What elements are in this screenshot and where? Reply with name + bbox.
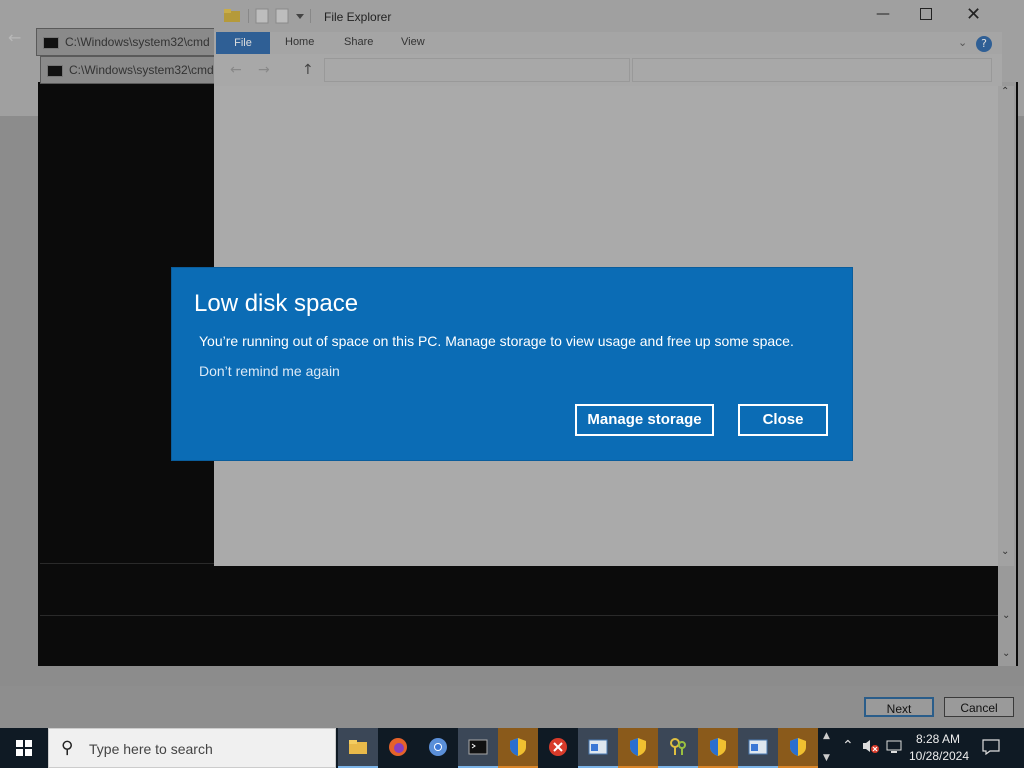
chevron-up-icon[interactable]: ▲ (823, 731, 830, 741)
tab-share[interactable]: Share (344, 36, 373, 48)
search-icon: ⚲ (61, 738, 74, 758)
cmd-icon (47, 65, 63, 77)
taskbar-window-app[interactable] (738, 728, 778, 768)
taskbar: ⚲ Type here to search ▲ ▼ ⌃ 8:28 AM 10/2… (0, 728, 1024, 768)
cmd-window-titlebar[interactable]: C:\Windows\system32\cmd (36, 28, 236, 56)
minimize-icon[interactable]: — (876, 6, 890, 22)
scroll-down-icon[interactable]: ⌄ (1002, 610, 1010, 621)
maximize-icon[interactable] (920, 8, 932, 24)
dialog-title: Low disk space (194, 290, 359, 317)
taskbar-chrome[interactable] (418, 728, 458, 768)
back-icon[interactable]: ← (230, 62, 242, 78)
shield-icon (710, 738, 726, 756)
search-field[interactable] (632, 58, 992, 82)
file-explorer-titlebar[interactable]: File Explorer — ✕ (214, 0, 1002, 32)
taskbar-file-explorer[interactable] (338, 728, 378, 768)
tab-home[interactable]: Home (285, 36, 314, 48)
taskbar-scroll[interactable]: ▲ ▼ (820, 728, 834, 768)
help-icon[interactable]: ? (976, 36, 992, 52)
volume-muted-icon[interactable] (862, 738, 880, 757)
cmd-window-titlebar[interactable]: C:\Windows\system32\cmd (40, 56, 240, 84)
address-bar[interactable] (324, 58, 630, 82)
start-button[interactable] (0, 728, 48, 768)
taskbar-keys-app[interactable] (658, 728, 698, 768)
taskbar-window-app[interactable] (578, 728, 618, 768)
taskbar-error-app[interactable] (538, 728, 578, 768)
quick-access-toolbar[interactable] (224, 8, 314, 27)
back-arrow-icon[interactable]: ← (8, 28, 21, 47)
scrollbar[interactable]: ⌃ ⌄ (998, 86, 1014, 566)
file-explorer-icon (349, 740, 367, 754)
firefox-icon (389, 738, 407, 756)
ribbon-tabs (214, 32, 1002, 54)
taskbar-shield-app[interactable] (618, 728, 658, 768)
network-icon[interactable] (886, 739, 902, 758)
clock-time[interactable]: 8:28 AM (914, 732, 962, 746)
taskbar-firefox[interactable] (378, 728, 418, 768)
close-button[interactable]: Close (738, 404, 828, 436)
cancel-button[interactable]: Cancel (944, 697, 1014, 717)
show-hidden-icons-icon[interactable]: ⌃ (842, 738, 854, 754)
windows-icon (16, 740, 32, 756)
window-icon (588, 739, 608, 755)
taskbar-search-box[interactable]: ⚲ Type here to search (48, 728, 336, 768)
taskbar-terminal[interactable] (458, 728, 498, 768)
terminal-icon (468, 739, 488, 755)
search-placeholder: Type here to search (89, 741, 213, 757)
error-icon (549, 738, 567, 756)
up-arrow-icon[interactable]: ↑ (302, 62, 314, 78)
cmd-icon (43, 37, 59, 49)
shield-icon (510, 738, 526, 756)
shield-icon (630, 738, 646, 756)
close-icon[interactable]: ✕ (966, 4, 981, 25)
clock-date[interactable]: 10/28/2024 (908, 749, 970, 763)
dialog-message: You’re running out of space on this PC. … (199, 333, 794, 349)
cmd-window-title: C:\Windows\system32\cmd (65, 35, 210, 49)
tab-view[interactable]: View (401, 36, 425, 48)
chrome-icon (429, 738, 447, 756)
tab-file[interactable]: File (216, 32, 270, 54)
scroll-down-icon[interactable]: ⌄ (1001, 546, 1009, 557)
window-title: File Explorer (324, 10, 392, 24)
folder-icon (224, 8, 311, 24)
forward-icon[interactable]: → (258, 62, 270, 78)
chevron-down-icon[interactable]: ▼ (823, 753, 830, 763)
notification-icon[interactable] (982, 739, 1000, 758)
keys-icon (670, 738, 686, 755)
dont-remind-link[interactable]: Don’t remind me again (199, 363, 340, 379)
taskbar-shield-app[interactable] (778, 728, 818, 768)
window-icon (748, 739, 768, 755)
next-button[interactable]: Next (864, 697, 934, 717)
taskbar-shield-app[interactable] (498, 728, 538, 768)
cmd-window-title: C:\Windows\system32\cmd (69, 63, 214, 77)
shield-icon (790, 738, 806, 756)
divider (40, 615, 998, 616)
chevron-down-icon[interactable]: ⌄ (958, 36, 967, 49)
manage-storage-button[interactable]: Manage storage (575, 404, 714, 436)
scroll-up-icon[interactable]: ⌃ (1001, 86, 1009, 97)
taskbar-shield-app[interactable] (698, 728, 738, 768)
low-disk-space-dialog: Low disk space You’re running out of spa… (172, 268, 852, 460)
system-tray: ⌃ 8:28 AM 10/28/2024 (836, 728, 1024, 768)
scroll-down-icon[interactable]: ⌄ (1002, 648, 1010, 659)
